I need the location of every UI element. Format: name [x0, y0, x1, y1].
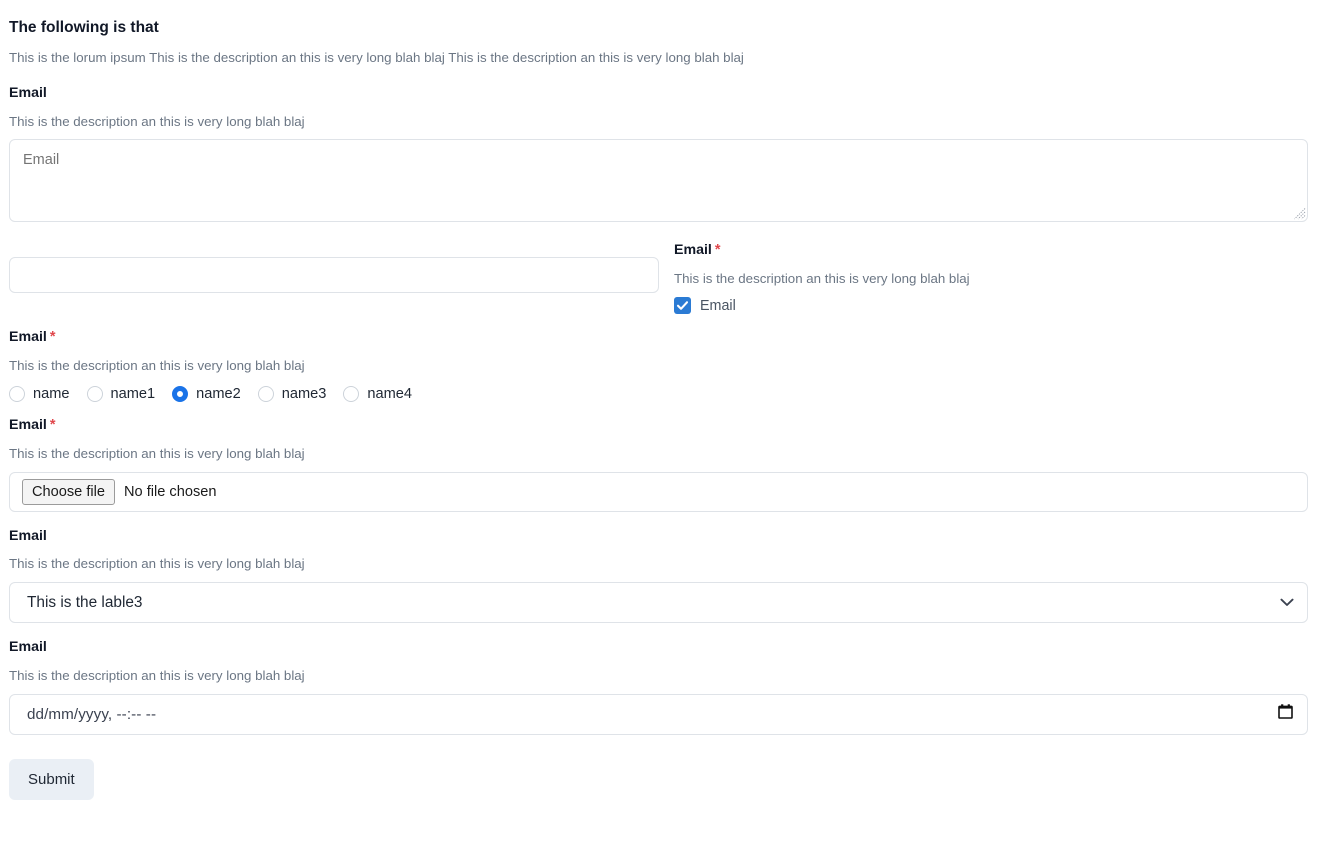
select-selected-value: This is the lable3: [27, 593, 143, 611]
field-textarea: Email This is the description an this is…: [9, 84, 1308, 223]
field-label-checkbox: Email *: [674, 241, 1308, 260]
label-select[interactable]: This is the lable3: [9, 582, 1308, 624]
radio-item-name1[interactable]: name1: [86, 386, 156, 403]
email-checkbox[interactable]: [674, 297, 691, 315]
column-right: Email * This is the description an this i…: [659, 241, 1308, 315]
radio-label-name4: name4: [367, 386, 413, 403]
field-label-select: Email: [9, 527, 47, 544]
datetime-input[interactable]: dd/mm/yyyy, --:-- --: [9, 693, 1308, 735]
field-select: Email This is the description an this is…: [9, 527, 1308, 624]
checkbox-label: Email: [700, 297, 736, 314]
radio-item-name3[interactable]: name3: [257, 386, 327, 403]
field-file-upload: Email * This is the description an this i…: [9, 416, 1308, 512]
radio-options-row: name name1 name2 name3 name4: [9, 384, 1308, 403]
submit-button[interactable]: Submit: [9, 758, 94, 800]
radio-button-name[interactable]: [9, 386, 25, 403]
radio-label-name2: name2: [196, 386, 241, 403]
field-description-radio: This is the description an this is very …: [9, 358, 305, 374]
required-asterisk: *: [49, 417, 56, 434]
choose-file-button[interactable]: Choose file: [22, 478, 116, 505]
field-description-datetime: This is the description an this is very …: [9, 667, 305, 683]
field-label-radio-text: Email: [9, 329, 47, 346]
field-label-radio: Email *: [9, 328, 1308, 347]
field-label-checkbox-text: Email: [674, 242, 712, 259]
form-page: The following is that This is the lorum …: [0, 0, 1327, 800]
radio-item-name[interactable]: name: [9, 386, 70, 403]
field-description-file: This is the description an this is very …: [9, 445, 305, 461]
field-description-checkbox: This is the description an this is very …: [674, 271, 970, 287]
required-asterisk: *: [714, 242, 721, 259]
checkbox-row[interactable]: Email: [674, 297, 1308, 315]
radio-button-name4[interactable]: [343, 386, 360, 403]
datetime-placeholder-text: dd/mm/yyyy, --:-- --: [27, 705, 157, 723]
radio-item-name4[interactable]: name4: [343, 386, 413, 403]
file-status-text: No file chosen: [124, 483, 217, 500]
required-asterisk: *: [49, 329, 56, 346]
field-description-textarea: This is the description an this is very …: [9, 113, 305, 129]
radio-button-name3[interactable]: [257, 386, 274, 403]
field-label-datetime: Email: [9, 639, 47, 656]
radio-label-name3: name3: [281, 386, 327, 403]
field-label-file-text: Email: [9, 417, 47, 434]
radio-button-name1[interactable]: [86, 386, 103, 403]
field-description-select: This is the description an this is very …: [9, 556, 305, 572]
page-title: The following is that: [9, 19, 159, 36]
radio-label-name1: name1: [110, 386, 156, 403]
field-radio-group: Email * This is the description an this i…: [9, 328, 1308, 403]
datetime-wrapper: dd/mm/yyyy, --:-- --: [9, 693, 1308, 735]
select-wrapper: This is the lable3: [9, 582, 1308, 624]
email-textarea[interactable]: [9, 139, 1308, 223]
radio-button-name2[interactable]: [172, 386, 189, 403]
field-label-textarea: Email: [9, 85, 47, 102]
radio-item-name2[interactable]: name2: [172, 386, 241, 403]
radio-label-name: name: [33, 386, 70, 403]
field-datetime: Email This is the description an this is…: [9, 638, 1308, 735]
field-label-file: Email *: [9, 416, 1308, 435]
page-subtitle: This is the lorum ipsum This is the desc…: [9, 50, 744, 66]
plain-text-input[interactable]: [9, 257, 659, 294]
file-input-box[interactable]: Choose file No file chosen: [9, 471, 1308, 512]
two-column-row: Email * This is the description an this i…: [9, 241, 1308, 315]
column-left: [9, 241, 659, 294]
textarea-wrapper: [9, 139, 1308, 223]
